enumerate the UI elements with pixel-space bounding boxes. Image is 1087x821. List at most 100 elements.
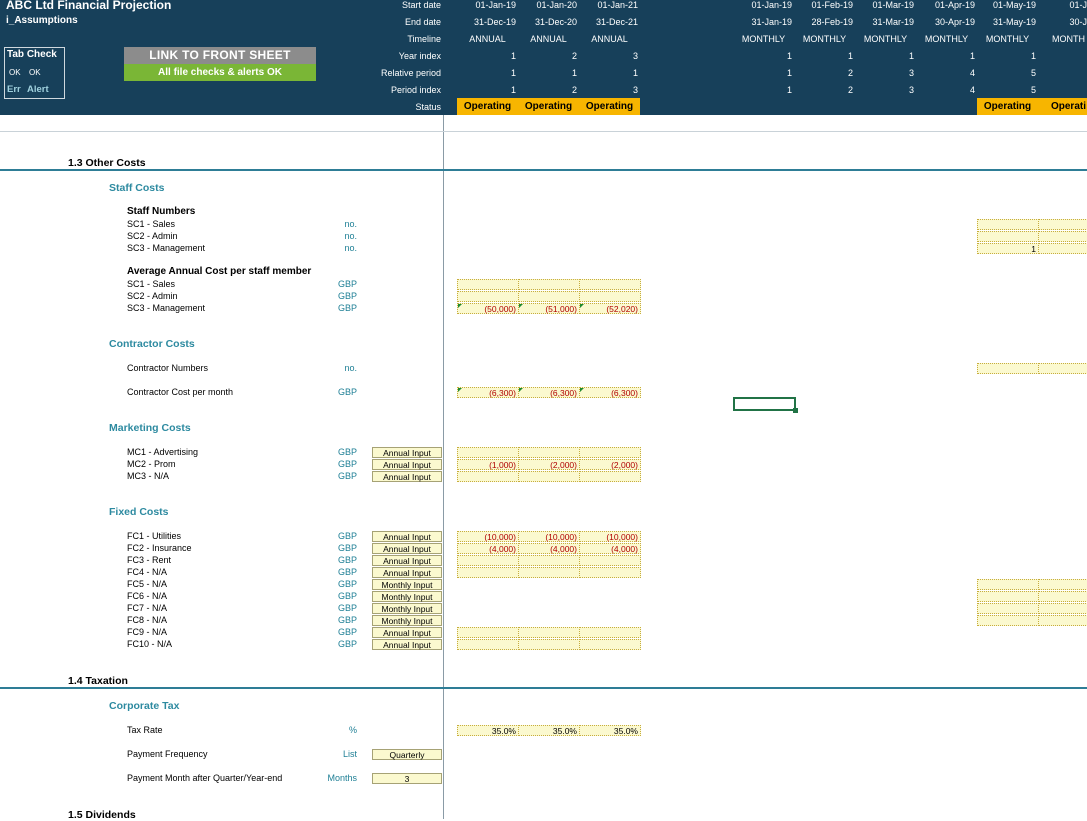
annual-input-cell[interactable] bbox=[518, 291, 580, 302]
annual-input-cell[interactable]: (2,000) bbox=[579, 459, 641, 470]
annual-input-cell[interactable] bbox=[518, 471, 580, 482]
marketing-cost-label: MC3 - N/A bbox=[127, 471, 170, 481]
annual-input-cell[interactable] bbox=[518, 555, 580, 566]
fill-handle[interactable] bbox=[793, 408, 798, 413]
annual-input-cell[interactable] bbox=[579, 555, 641, 566]
timeline-row-label: Start date bbox=[401, 0, 441, 10]
annual-input-cell[interactable] bbox=[457, 291, 519, 302]
monthly-input-cell[interactable] bbox=[977, 579, 1039, 590]
unit-label: GBP bbox=[337, 555, 357, 565]
annual-input-cell[interactable]: (1,000) bbox=[457, 459, 519, 470]
cell-comment-marker bbox=[458, 304, 462, 308]
input-type-tag[interactable]: Monthly Input bbox=[372, 615, 442, 626]
input-type-tag[interactable]: Annual Input bbox=[372, 543, 442, 554]
annual-input-cell[interactable] bbox=[579, 627, 641, 638]
input-type-tag[interactable]: Annual Input bbox=[372, 447, 442, 458]
annual-input-cell[interactable]: (51,000) bbox=[518, 303, 580, 314]
monthly-input-cell[interactable] bbox=[1038, 603, 1087, 614]
input-type-tag[interactable]: Annual Input bbox=[372, 531, 442, 542]
annual-input-cell[interactable]: (4,000) bbox=[579, 543, 641, 554]
timeline-start-cell: 01-May-19 bbox=[992, 0, 1036, 10]
monthly-input-cell[interactable] bbox=[1038, 579, 1087, 590]
selected-cell[interactable] bbox=[733, 397, 796, 411]
annual-input-cell[interactable]: (2,000) bbox=[518, 459, 580, 470]
monthly-input-cell[interactable] bbox=[977, 219, 1039, 230]
annual-input-cell[interactable]: 35.0% bbox=[457, 725, 519, 736]
annual-input-cell[interactable]: (4,000) bbox=[518, 543, 580, 554]
annual-input-cell[interactable] bbox=[579, 279, 641, 290]
annual-input-cell[interactable] bbox=[579, 447, 641, 458]
timeline-start-cell: 01-Jan-19 bbox=[475, 0, 516, 10]
timeline-rel-cell: 2 bbox=[847, 68, 853, 78]
timeline-year-cell: 3 bbox=[632, 51, 638, 61]
marketing-cost-label: MC2 - Prom bbox=[127, 459, 176, 469]
annual-input-cell[interactable] bbox=[518, 447, 580, 458]
annual-input-cell[interactable]: (10,000) bbox=[518, 531, 580, 542]
annual-input-cell[interactable]: (6,300) bbox=[457, 387, 519, 398]
payment-frequency-dropdown[interactable]: Quarterly bbox=[372, 749, 442, 760]
monthly-input-cell[interactable] bbox=[977, 603, 1039, 614]
annual-input-cell[interactable] bbox=[579, 471, 641, 482]
monthly-input-cell[interactable] bbox=[977, 591, 1039, 602]
input-type-tag[interactable]: Annual Input bbox=[372, 459, 442, 470]
input-type-tag[interactable]: Annual Input bbox=[372, 471, 442, 482]
unit-label: no. bbox=[344, 243, 357, 253]
monthly-input-cell[interactable] bbox=[1038, 591, 1087, 602]
annual-input-cell[interactable] bbox=[518, 279, 580, 290]
timeline-rel-cell: 5 bbox=[1030, 68, 1036, 78]
annual-input-cell[interactable]: (4,000) bbox=[457, 543, 519, 554]
link-front-sheet-button[interactable]: LINK TO FRONT SHEET bbox=[124, 47, 316, 64]
tax-rate-label: Tax Rate bbox=[127, 725, 163, 735]
monthly-input-cell[interactable] bbox=[977, 231, 1039, 242]
monthly-input-cell[interactable] bbox=[977, 363, 1039, 374]
annual-input-cell[interactable]: (50,000) bbox=[457, 303, 519, 314]
section-dividends: 1.5 Dividends bbox=[68, 809, 136, 821]
annual-input-cell[interactable] bbox=[518, 639, 580, 650]
input-type-tag[interactable]: Annual Input bbox=[372, 555, 442, 566]
annual-input-cell[interactable]: (6,300) bbox=[518, 387, 580, 398]
monthly-input-cell[interactable] bbox=[1038, 243, 1087, 254]
monthly-input-cell[interactable] bbox=[1038, 219, 1087, 230]
monthly-input-cell[interactable]: 1 bbox=[977, 243, 1039, 254]
status-operating-badge: Operating bbox=[518, 98, 579, 115]
payment-frequency-label: Payment Frequency bbox=[127, 749, 208, 759]
annual-input-cell[interactable] bbox=[457, 447, 519, 458]
monthly-input-cell[interactable] bbox=[1038, 231, 1087, 242]
monthly-input-cell[interactable] bbox=[1038, 615, 1087, 626]
annual-input-cell[interactable] bbox=[457, 279, 519, 290]
annual-input-cell[interactable] bbox=[457, 471, 519, 482]
annual-input-cell[interactable]: (10,000) bbox=[579, 531, 641, 542]
fixed-cost-label: FC3 - Rent bbox=[127, 555, 172, 565]
monthly-input-cell[interactable] bbox=[1038, 363, 1087, 374]
unit-label: no. bbox=[344, 363, 357, 373]
annual-input-cell[interactable]: (10,000) bbox=[457, 531, 519, 542]
annual-input-cell[interactable] bbox=[579, 291, 641, 302]
input-type-tag[interactable]: Annual Input bbox=[372, 567, 442, 578]
payment-month-input[interactable]: 3 bbox=[372, 773, 442, 784]
annual-input-cell[interactable]: (6,300) bbox=[579, 387, 641, 398]
input-type-tag[interactable]: Monthly Input bbox=[372, 591, 442, 602]
timeline-year-cell: 1 bbox=[1030, 51, 1036, 61]
annual-input-cell[interactable]: 35.0% bbox=[579, 725, 641, 736]
tab-check-alert: Alert bbox=[27, 84, 49, 95]
annual-input-cell[interactable] bbox=[457, 555, 519, 566]
timeline-timeline-cell: ANNUAL bbox=[469, 34, 506, 44]
monthly-input-cell[interactable] bbox=[977, 615, 1039, 626]
input-type-tag[interactable]: Monthly Input bbox=[372, 579, 442, 590]
annual-input-cell[interactable] bbox=[457, 639, 519, 650]
input-type-tag[interactable]: Annual Input bbox=[372, 627, 442, 638]
timeline-row-label: Status bbox=[415, 102, 441, 112]
annual-input-cell[interactable] bbox=[518, 627, 580, 638]
annual-input-cell[interactable]: 35.0% bbox=[518, 725, 580, 736]
annual-input-cell[interactable] bbox=[457, 567, 519, 578]
annual-input-cell[interactable] bbox=[579, 639, 641, 650]
annual-input-cell[interactable] bbox=[518, 567, 580, 578]
annual-input-cell[interactable] bbox=[579, 567, 641, 578]
sheet-name: i_Assumptions bbox=[6, 15, 78, 26]
input-type-tag[interactable]: Annual Input bbox=[372, 639, 442, 650]
annual-input-cell[interactable]: (52,020) bbox=[579, 303, 641, 314]
unit-label: GBP bbox=[337, 531, 357, 541]
input-type-tag[interactable]: Monthly Input bbox=[372, 603, 442, 614]
cell-comment-marker bbox=[580, 304, 584, 308]
annual-input-cell[interactable] bbox=[457, 627, 519, 638]
